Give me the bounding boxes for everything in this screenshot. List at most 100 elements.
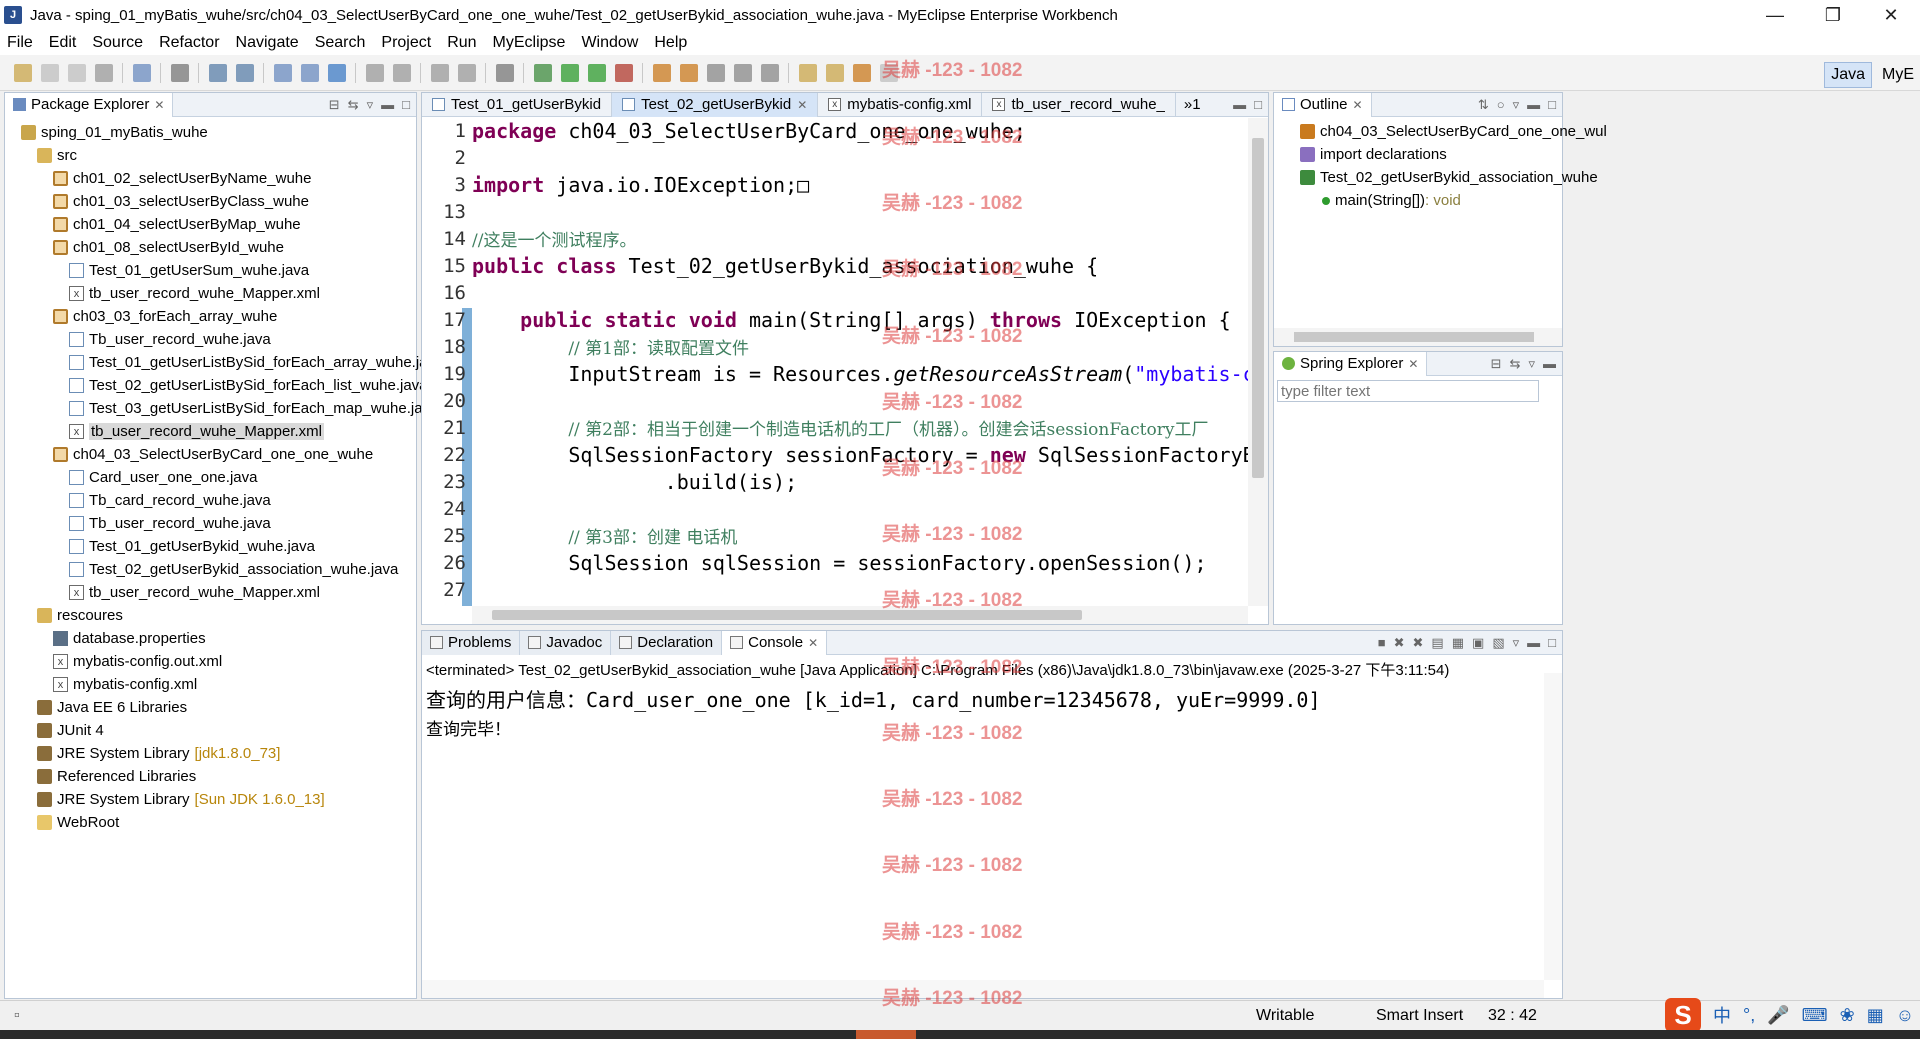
external-tools-icon[interactable] (615, 63, 633, 82)
debug-icon[interactable] (534, 63, 552, 82)
back-icon[interactable] (853, 63, 871, 82)
close-icon[interactable]: ✕ (154, 98, 164, 112)
sogou-ime-icon[interactable]: S (1665, 998, 1701, 1032)
run-server-icon[interactable] (236, 63, 254, 82)
menu-navigate[interactable]: Navigate (228, 34, 307, 52)
window-icon[interactable] (496, 63, 514, 82)
view-menu-icon[interactable]: ▿ (1513, 635, 1520, 651)
tree-item[interactable]: Tb_user_record_wuhe.java (5, 328, 416, 351)
code-line[interactable]: 20 (443, 388, 1240, 415)
tree-item[interactable]: src (5, 144, 416, 167)
forward-icon[interactable] (880, 63, 898, 82)
tree-item[interactable]: ch01_08_selectUserById_wuhe (5, 236, 416, 259)
new-interface-icon[interactable] (707, 63, 725, 82)
code-line[interactable]: 15 public class Test_02_getUserBykid_asso… (443, 253, 1240, 280)
clear-console-icon[interactable]: ▤ (1431, 635, 1443, 651)
code-line[interactable]: 21 // 第2部：相当于创建一个制造电话机的工厂（机器）。创建会话sessio… (443, 415, 1240, 442)
tree-item[interactable]: Card_user_one_one.java (5, 466, 416, 489)
ime-punctuation-icon[interactable]: °, (1743, 1005, 1755, 1026)
menu-file[interactable]: File (0, 34, 41, 52)
tree-item[interactable]: WebRoot (5, 811, 416, 834)
ime-microphone-icon[interactable]: 🎤 (1767, 1005, 1789, 1026)
tab-overflow-indicator[interactable]: »1 (1176, 96, 1201, 113)
menu-myeclipse[interactable]: MyEclipse (485, 34, 574, 52)
view-menu-icon[interactable]: ▿ (1513, 97, 1520, 113)
tree-item[interactable]: ch03_03_forEach_array_wuhe (5, 305, 416, 328)
editor-tab[interactable]: Test_01_getUserBykid (422, 92, 613, 117)
code-line[interactable]: 1 package ch04_03_SelectUserByCard_one_on… (455, 118, 1240, 145)
server-icon[interactable] (171, 63, 189, 82)
tab-problems[interactable]: Problems (422, 630, 521, 655)
editor-tab[interactable]: x tb_user_record_wuhe_ (982, 92, 1176, 117)
close-icon[interactable]: ✕ (808, 636, 818, 650)
tree-item[interactable]: Tb_card_record_wuhe.java (5, 489, 416, 512)
close-icon[interactable]: ✕ (1353, 98, 1363, 112)
outline-item[interactable]: import declarations (1274, 143, 1562, 166)
tree-item[interactable]: Test_01_getUserSum_wuhe.java (5, 259, 416, 282)
tab-javadoc[interactable]: Javadoc (520, 630, 612, 655)
menu-window[interactable]: Window (573, 34, 646, 52)
code-line[interactable]: 2 (455, 145, 1240, 172)
minimize-view-icon[interactable]: ▬ (1527, 635, 1540, 651)
display-console-icon[interactable]: ▧ (1492, 635, 1504, 651)
minimize-view-icon[interactable]: ▬ (1543, 356, 1556, 372)
collapse-all-icon[interactable]: ⊟ (329, 97, 340, 113)
sort-icon[interactable]: ⇅ (1478, 97, 1489, 113)
tree-item[interactable]: ch01_03_selectUserByClass_wuhe (5, 190, 416, 213)
close-icon[interactable]: ✕ (797, 98, 807, 112)
tree-item[interactable]: Referenced Libraries (5, 765, 416, 788)
new-icon[interactable] (14, 63, 32, 82)
menu-project[interactable]: Project (373, 34, 439, 52)
scroll-lock-icon[interactable]: ▦ (1452, 635, 1464, 651)
ime-language-toggle[interactable]: 中 (1713, 1002, 1731, 1028)
tree-item[interactable]: ch01_04_selectUserByMap_wuhe (5, 213, 416, 236)
ime-keyboard-icon[interactable]: ⌨ (1802, 1005, 1828, 1026)
minimize-view-icon[interactable]: ▬ (1527, 97, 1540, 113)
close-icon[interactable]: ✕ (1408, 357, 1418, 371)
ime-avatar-icon[interactable]: ☺ (1896, 1005, 1914, 1026)
minimize-button[interactable]: — (1746, 0, 1804, 30)
code-line[interactable]: 24 (443, 496, 1240, 523)
tree-item[interactable]: Tb_user_record_wuhe.java (5, 512, 416, 535)
tree-item[interactable]: x tb_user_record_wuhe_Mapper.xml (5, 282, 416, 305)
maximize-view-icon[interactable]: □ (1548, 635, 1556, 651)
restore-button[interactable]: ❐ (1804, 0, 1862, 30)
editor-tab[interactable]: Test_02_getUserBykid ✕ (612, 92, 819, 117)
code-line[interactable]: 23 .build(is); (443, 469, 1240, 496)
code-line[interactable]: 22 SqlSessionFactory sessionFactory = ne… (443, 442, 1268, 469)
code-line[interactable]: 18 // 第1部：读取配置文件 (443, 334, 1240, 361)
menu-edit[interactable]: Edit (41, 34, 85, 52)
tab-declaration[interactable]: Declaration (611, 630, 723, 655)
spring-filter-input[interactable] (1277, 380, 1539, 402)
menu-run[interactable]: Run (439, 34, 484, 52)
new-enum-icon[interactable] (734, 63, 752, 82)
ime-skin-icon[interactable]: ❀ (1840, 1005, 1855, 1026)
tree-item[interactable]: ch01_02_selectUserByName_wuhe (5, 167, 416, 190)
remove-launch-icon[interactable]: ✖ (1394, 635, 1405, 651)
tree-item[interactable]: JUnit 4 (5, 719, 416, 742)
minimize-view-icon[interactable]: ▬ (1233, 97, 1246, 112)
code-line[interactable]: 17 public static void main(String[] args… (443, 307, 1240, 334)
code-line[interactable]: 14 //这是一个测试程序。 (443, 226, 1240, 253)
web-icon[interactable] (431, 63, 449, 82)
tool-icon[interactable] (458, 63, 476, 82)
view-menu-icon[interactable]: ▿ (1528, 356, 1535, 372)
tab-outline[interactable]: Outline ✕ (1274, 92, 1372, 117)
code-line[interactable]: 16 (443, 280, 1240, 307)
tree-item[interactable]: database.properties (5, 627, 416, 650)
run-last-icon[interactable] (588, 63, 606, 82)
print-icon[interactable] (95, 63, 113, 82)
tree-item[interactable]: x tb_user_record_wuhe_Mapper.xml (5, 420, 416, 443)
code-editor[interactable]: 1 package ch04_03_SelectUserByCard_one_on… (422, 118, 1268, 606)
console-vertical-scrollbar[interactable] (1544, 673, 1562, 980)
tree-item[interactable]: JRE System Library [jdk1.8.0_73] (5, 742, 416, 765)
tree-item[interactable]: x mybatis-config.xml (5, 673, 416, 696)
annotation-prev-icon[interactable] (826, 63, 844, 82)
open-resource-icon[interactable] (301, 63, 319, 82)
maximize-view-icon[interactable]: □ (1254, 97, 1262, 112)
code-line[interactable]: 13 (443, 199, 1240, 226)
tree-item[interactable]: Test_02_getUserListBySid_forEach_list_wu… (5, 374, 428, 397)
ime-grid-icon[interactable]: ▦ (1867, 1005, 1884, 1026)
code-line[interactable]: 27 (443, 577, 1240, 604)
pin-console-icon[interactable]: ▣ (1472, 635, 1484, 651)
